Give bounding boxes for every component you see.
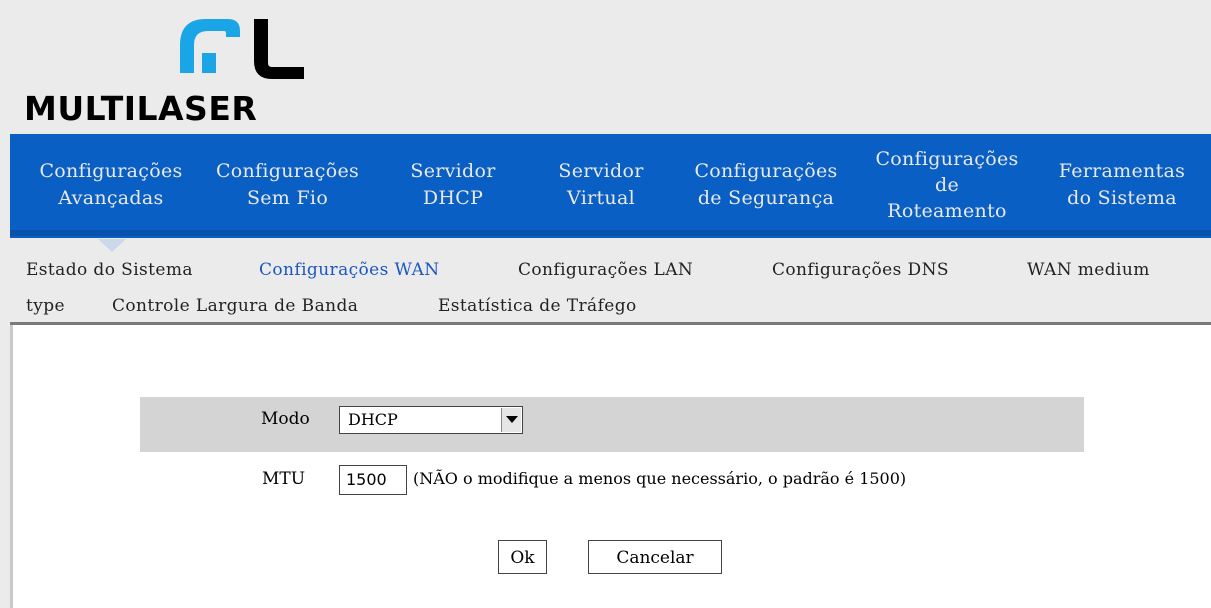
mtu-note: (NÃO o modifique a menos que necessário,… [413,469,907,488]
nav-item-line2: de Segurança [697,187,835,209]
subnav-item-estatistica-de-trafego[interactable]: Estatística de Tráfego [438,296,637,316]
subnav-item-configuracoes-wan[interactable]: Configurações WAN [259,260,440,280]
mtu-label: MTU [262,469,306,489]
nav-item-configuracoes-de-roteamento[interactable]: Configurações de Roteamento [857,146,1037,224]
nav-item-ferramentas-do-sistema[interactable]: Ferramentas do Sistema [1038,158,1206,212]
subnav-item-controle-largura-de-banda[interactable]: Controle Largura de Banda [112,296,358,316]
nav-item-line2: Avançadas [58,187,164,209]
nav-item-line1: Servidor [410,160,496,182]
nav-item-servidor-virtual[interactable]: Servidor Virtual [540,158,662,212]
nav-item-line3: Roteamento [887,200,1007,222]
subnav-item-estado-do-sistema[interactable]: Estado do Sistema [26,260,193,280]
brand-name: MULTILASER [24,89,258,128]
nav-item-line1: Servidor [558,160,644,182]
nav-item-servidor-dhcp[interactable]: Servidor DHCP [390,158,516,212]
mtu-input[interactable]: 1500 [339,465,407,495]
cancel-button[interactable]: Cancelar [588,540,722,574]
active-nav-indicator-icon [98,239,126,252]
nav-item-configuracoes-sem-fio[interactable]: Configurações Sem Fio [200,158,375,212]
nav-item-configuracoes-de-seguranca[interactable]: Configurações de Segurança [676,158,856,212]
nav-item-line2: Virtual [567,187,635,209]
panel-left-border [10,325,13,608]
mode-label: Modo [261,409,310,429]
nav-item-line2: DHCP [422,187,484,209]
nav-item-line1: Ferramentas [1058,160,1186,182]
subnav-item-configuracoes-dns[interactable]: Configurações DNS [772,260,949,280]
nav-item-line1: Configurações [215,160,360,182]
nav-item-line2: do Sistema [1067,187,1177,209]
dropdown-arrow-icon[interactable] [501,408,521,432]
ok-button[interactable]: Ok [498,540,547,574]
brand-logo: MULTILASER [18,13,318,133]
nav-item-line1: Configurações [39,160,183,182]
nav-item-line2: de [934,174,959,196]
mode-select[interactable]: DHCP [339,406,523,434]
router-admin-page: MULTILASER Configurações Avançadas Confi… [10,10,1211,608]
nav-item-line1: Configurações [875,148,1019,170]
nav-item-line2: Sem Fio [246,187,329,209]
main-nav-bottom-border [10,230,1211,236]
mode-select-value: DHCP [348,410,398,429]
subnav-item-wan-medium[interactable]: WAN medium [1027,260,1150,280]
multilaser-logo-icon [180,19,304,79]
main-nav: Configurações Avançadas Configurações Se… [10,134,1211,238]
nav-item-configuracoes-avancadas[interactable]: Configurações Avançadas [22,158,200,212]
subnav-item-configuracoes-lan[interactable]: Configurações LAN [518,260,693,280]
nav-item-line1: Configurações [694,160,838,182]
subnav-item-wan-medium-type[interactable]: type [26,296,65,316]
